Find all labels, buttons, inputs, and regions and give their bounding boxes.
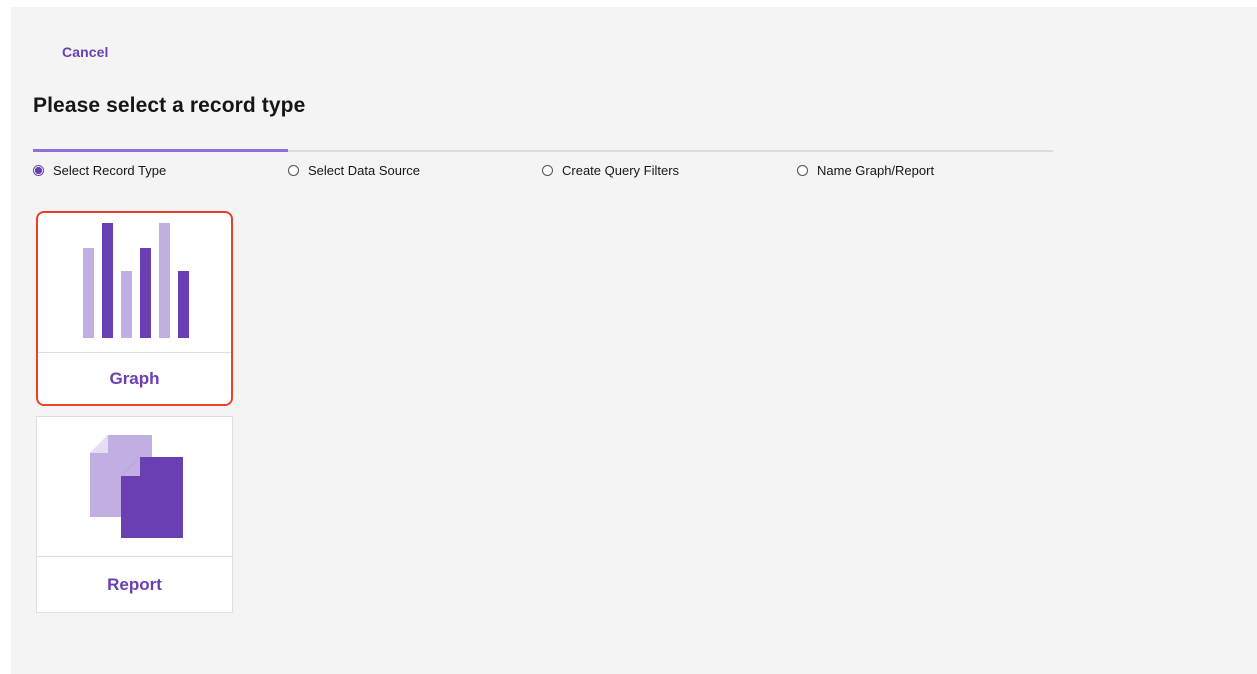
step-label: Select Record Type — [53, 162, 167, 178]
document-icon — [90, 435, 183, 538]
page-title: Please select a record type — [33, 94, 306, 117]
step-label: Select Data Source — [308, 162, 421, 178]
step-create-query-filters[interactable]: Create Query Filters — [542, 161, 679, 179]
step-name-graph-report[interactable]: Name Graph/Report — [797, 161, 934, 179]
step-label: Name Graph/Report — [817, 162, 935, 178]
step-select-data-source[interactable]: Select Data Source — [288, 161, 420, 179]
card-label: Graph — [109, 368, 160, 388]
progress-active-segment — [33, 149, 288, 152]
radio-empty-icon — [542, 164, 553, 176]
card-image — [37, 417, 232, 557]
radio-empty-icon — [288, 164, 299, 176]
card-image — [38, 213, 231, 353]
step-label: Create Query Filters — [562, 162, 680, 178]
cancel-button[interactable]: Cancel — [62, 44, 109, 60]
record-type-card-graph[interactable]: Graph — [36, 211, 233, 406]
bar-chart-icon — [83, 223, 189, 338]
radio-empty-icon — [797, 164, 808, 176]
radio-selected-icon — [33, 164, 44, 176]
card-label: Report — [107, 574, 162, 594]
step-select-record-type[interactable]: Select Record Type — [33, 161, 166, 179]
record-type-card-report[interactable]: Report — [36, 416, 233, 613]
